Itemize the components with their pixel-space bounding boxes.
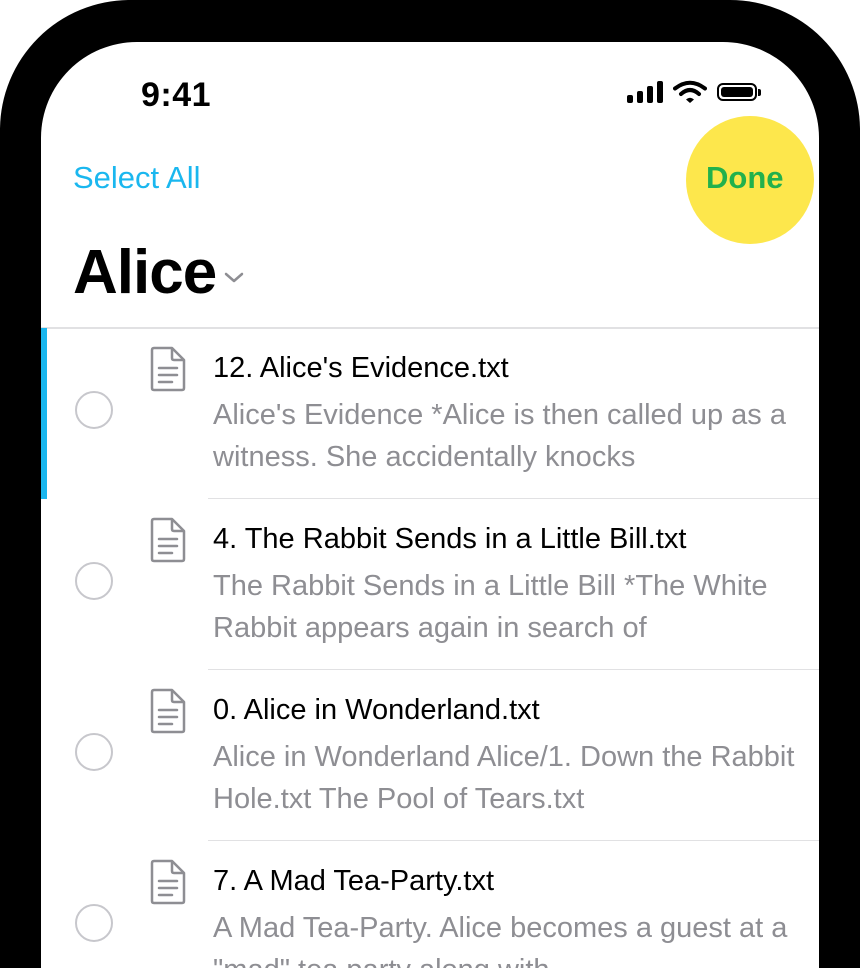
file-list: 12. Alice's Evidence.txt Alice's Evidenc… xyxy=(41,328,819,968)
file-row[interactable]: 7. A Mad Tea-Party.txt A Mad Tea-Party. … xyxy=(41,841,819,968)
wifi-icon xyxy=(673,80,707,103)
selection-radio[interactable] xyxy=(75,733,113,771)
file-title: 12. Alice's Evidence.txt xyxy=(213,352,509,384)
document-icon xyxy=(150,688,186,734)
status-icons xyxy=(627,80,761,104)
file-title: 4. The Rabbit Sends in a Little Bill.txt xyxy=(213,523,687,555)
chevron-down-icon xyxy=(224,272,244,282)
file-preview: A Mad Tea-Party. Alice becomes a guest a… xyxy=(213,912,788,968)
file-row[interactable]: 12. Alice's Evidence.txt Alice's Evidenc… xyxy=(41,328,819,499)
battery-icon xyxy=(717,83,761,101)
phone-frame: 9:41 Select All Done Alice 12. Alice's E… xyxy=(0,0,860,968)
document-icon xyxy=(150,517,186,563)
screen: 9:41 Select All Done Alice 12. Alice's E… xyxy=(41,42,819,968)
done-button[interactable]: Done xyxy=(706,160,784,196)
document-icon xyxy=(150,346,186,392)
file-row[interactable]: 0. Alice in Wonderland.txt Alice in Wond… xyxy=(41,670,819,841)
folder-title-selector[interactable]: Alice xyxy=(73,237,244,308)
file-preview: The Rabbit Sends in a Little Bill *The W… xyxy=(213,570,768,644)
selection-radio[interactable] xyxy=(75,562,113,600)
file-title: 7. A Mad Tea-Party.txt xyxy=(213,865,495,897)
document-icon xyxy=(150,859,186,905)
file-preview: Alice in Wonderland Alice/1. Down the Ra… xyxy=(213,741,795,815)
cellular-signal-icon xyxy=(627,81,663,103)
file-title: 0. Alice in Wonderland.txt xyxy=(213,694,540,726)
selection-radio[interactable] xyxy=(75,391,113,429)
selection-radio[interactable] xyxy=(75,904,113,942)
page-title: Alice xyxy=(73,238,217,307)
status-time: 9:41 xyxy=(141,76,212,114)
file-row[interactable]: 4. The Rabbit Sends in a Little Bill.txt… xyxy=(41,499,819,670)
file-preview: Alice's Evidence *Alice is then called u… xyxy=(213,399,786,473)
select-all-button[interactable]: Select All xyxy=(73,160,201,196)
